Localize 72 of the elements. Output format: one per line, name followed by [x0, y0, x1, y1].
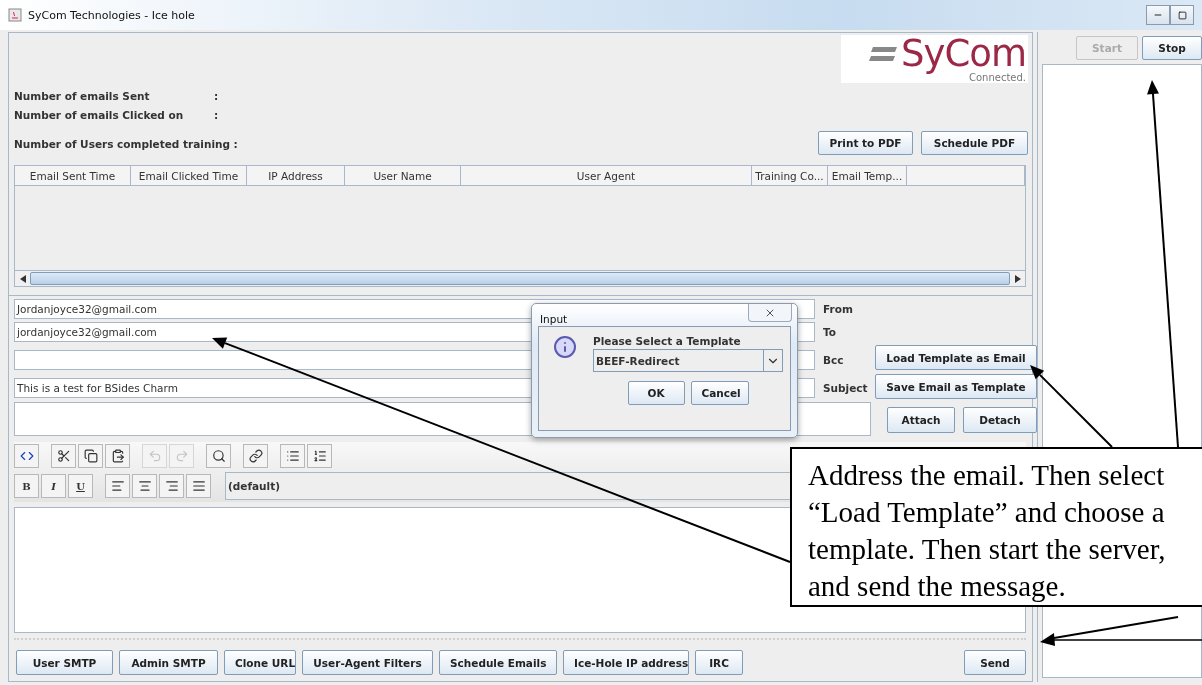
paste-icon — [110, 449, 125, 463]
format-button[interactable]: B — [14, 474, 39, 498]
column-header[interactable]: Email Temp... — [828, 166, 907, 185]
column-header[interactable]: IP Address — [247, 166, 345, 185]
align-button[interactable] — [132, 474, 157, 498]
toolbar-button[interactable]: IRC — [695, 650, 743, 675]
attach-button[interactable]: Attach — [887, 407, 955, 433]
maximize-icon — [1177, 10, 1187, 20]
toolbar-button[interactable]: Admin SMTP — [119, 650, 218, 675]
align-left-icon — [110, 479, 125, 493]
toolbar-button[interactable]: Schedule Emails — [439, 650, 557, 675]
template-dropdown[interactable]: BEEF-Redirect — [593, 349, 783, 372]
toolbar-button[interactable] — [14, 444, 39, 468]
app-icon — [8, 8, 22, 22]
align-right-icon — [164, 479, 179, 493]
undo-icon — [147, 449, 162, 463]
stat-separator: : — [214, 108, 220, 121]
attach-button[interactable]: Detach — [963, 407, 1037, 433]
info-icon — [553, 335, 577, 359]
toolbar-button[interactable] — [206, 444, 231, 468]
logo-mark-icon — [869, 47, 898, 61]
field-label: Bcc — [822, 354, 845, 366]
column-header[interactable]: User Name — [345, 166, 461, 185]
toolbar-button[interactable] — [280, 444, 305, 468]
search-icon — [211, 449, 226, 463]
server-button[interactable]: Stop — [1142, 36, 1202, 60]
align-center-icon — [137, 479, 152, 493]
toolbar-button[interactable]: User-Agent Filters — [302, 650, 433, 675]
pdf-button[interactable]: Print to PDF — [818, 131, 913, 155]
toolbar-button[interactable] — [51, 444, 76, 468]
format-button[interactable]: I — [41, 474, 66, 498]
stat-label: Number of emails Sent — [14, 89, 151, 102]
send-button[interactable]: Send — [964, 650, 1026, 675]
toolbar-button[interactable]: User SMTP — [16, 650, 113, 675]
align-button[interactable] — [186, 474, 211, 498]
minimize-button[interactable] — [1146, 5, 1170, 25]
field-label: Subject — [822, 382, 869, 394]
code-icon — [19, 449, 34, 463]
window-title: SyCom Technologies - Ice hole — [28, 8, 195, 22]
field-label: To — [822, 326, 837, 338]
logo: SyCom Connected. — [841, 35, 1028, 83]
scrollbar-thumb[interactable] — [30, 272, 1010, 285]
column-header[interactable]: Email Sent Time — [15, 166, 131, 185]
dialog-button[interactable]: OK — [627, 381, 685, 405]
maximize-button[interactable] — [1170, 5, 1194, 25]
column-header[interactable]: Email Clicked Time — [131, 166, 247, 185]
toolbar-button[interactable] — [243, 444, 268, 468]
toolbar-button[interactable] — [78, 444, 103, 468]
column-header[interactable]: User Agent — [461, 166, 752, 185]
stat-label: Number of Users completed training : — [14, 137, 239, 150]
align-button[interactable] — [159, 474, 184, 498]
scissors-icon — [56, 449, 71, 463]
toolbar-button[interactable]: Clone URL — [224, 650, 296, 675]
copy-icon — [83, 449, 98, 463]
numbered-list-icon — [312, 449, 327, 463]
column-header[interactable]: Training Co... — [752, 166, 828, 185]
bullet-list-icon — [285, 449, 300, 463]
align-button[interactable] — [105, 474, 130, 498]
toolbar-button[interactable]: Ice-Hole IP address — [563, 650, 689, 675]
dialog-button[interactable]: Cancel — [690, 381, 749, 405]
template-button[interactable]: Load Template as Email — [875, 345, 1037, 370]
field-label: From — [822, 303, 854, 315]
pdf-button[interactable]: Schedule PDF — [921, 131, 1028, 155]
toolbar-button[interactable] — [105, 444, 130, 468]
redo-icon — [174, 449, 189, 463]
format-button[interactable]: U — [68, 474, 93, 498]
link-icon — [248, 449, 263, 463]
toolbar-button[interactable] — [307, 444, 332, 468]
stat-separator: : — [214, 89, 220, 102]
template-button[interactable]: Save Email as Template — [875, 374, 1037, 399]
stat-label: Number of emails Clicked on — [14, 108, 185, 121]
align-justify-icon — [191, 479, 206, 493]
